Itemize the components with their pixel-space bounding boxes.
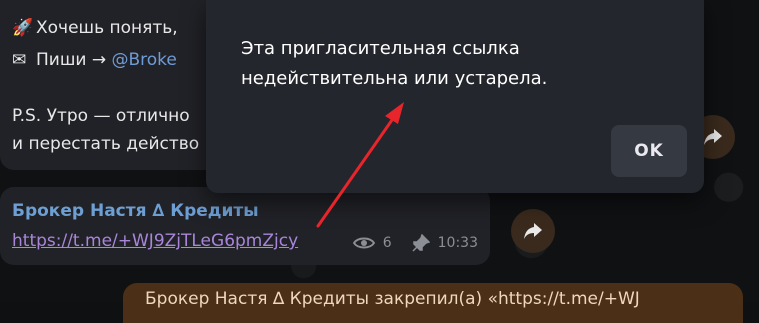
sender-name[interactable]: Брокер Настя ∆ Кредиты bbox=[12, 201, 259, 221]
message-line-4: и перестать действо bbox=[12, 134, 200, 154]
pin-icon bbox=[412, 234, 430, 252]
message-line-1: 🚀 Хочешь понять, bbox=[12, 18, 178, 38]
ok-button[interactable]: OK bbox=[611, 125, 687, 177]
rocket-emoji: 🚀 bbox=[12, 18, 34, 38]
message-line-3: P.S. Утро — отлично bbox=[12, 106, 190, 126]
dialog-message: Эта пригласительная ссылка недействитель… bbox=[241, 38, 548, 89]
view-count: 6 bbox=[382, 235, 392, 251]
alert-dialog: Эта пригласительная ссылка недействитель… bbox=[206, 0, 704, 193]
share-icon bbox=[524, 223, 542, 239]
message-line-2: ✉ Пиши → @Broke bbox=[12, 50, 177, 70]
envelope-emoji: ✉ bbox=[12, 50, 27, 70]
message-time: 10:33 bbox=[437, 235, 478, 251]
pinned-message-text: Брокер Настя ∆ Кредиты закрепил(а) «http… bbox=[145, 289, 640, 309]
pinned-message-notice[interactable]: Брокер Настя ∆ Кредиты закрепил(а) «http… bbox=[123, 283, 743, 323]
mention-link[interactable]: @Broke bbox=[112, 50, 177, 70]
eye-icon bbox=[352, 237, 375, 249]
share-button[interactable] bbox=[511, 209, 555, 253]
message-meta: 6 10:33 bbox=[352, 234, 478, 252]
message-bubble-2[interactable]: Брокер Настя ∆ Кредиты https://t.me/+WJ9… bbox=[0, 187, 490, 265]
share-icon bbox=[704, 129, 722, 145]
invite-link[interactable]: https://t.me/+WJ9ZjTLeG6pmZjcy bbox=[12, 231, 298, 251]
